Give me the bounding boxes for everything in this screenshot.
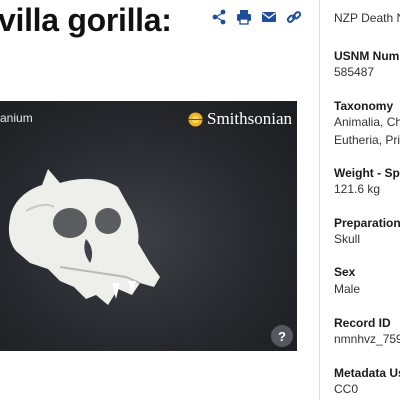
preparation-label: Preparation	[334, 216, 400, 230]
smithsonian-brand: Smithsonian	[188, 109, 292, 129]
metadata-usage-label: Metadata Usa	[334, 366, 400, 380]
metadata-partial-value: NZP Death N	[334, 11, 400, 25]
print-icon[interactable]	[235, 8, 252, 25]
metadata-usage-value: CC0	[334, 382, 359, 396]
email-icon[interactable]	[260, 8, 277, 25]
brand-name: Smithsonian	[206, 109, 292, 128]
share-toolbar	[210, 8, 302, 25]
sidebar-divider	[319, 0, 320, 400]
viewer-help-button[interactable]: ?	[271, 325, 293, 347]
3d-model-viewer[interactable]: anium Smithsonian	[0, 101, 297, 351]
sex-value: Male	[334, 282, 361, 296]
smithsonian-sun-icon	[188, 111, 203, 127]
record-id-label: Record ID	[334, 316, 391, 330]
weight-value: 121.6 kg	[334, 182, 381, 196]
link-icon[interactable]	[285, 8, 302, 25]
preparation-value: Skull	[334, 232, 361, 246]
weight-label: Weight - Spec	[334, 166, 400, 180]
share-icon[interactable]	[210, 8, 227, 25]
sex-label: Sex	[334, 265, 356, 279]
taxonomy-value-line2: Eutheria, Prim	[334, 133, 400, 147]
record-id-value: nmnhvz_7598	[334, 332, 400, 346]
gorilla-skull-model[interactable]	[0, 159, 170, 329]
page-title: villa gorilla:	[0, 2, 172, 38]
taxonomy-label: Taxonomy	[334, 99, 394, 113]
taxonomy-value-line1: Animalia, Cho	[334, 115, 400, 129]
usnm-number-label: USNM Numb	[334, 49, 400, 63]
model-label: anium	[0, 111, 33, 125]
usnm-number-value: 585487	[334, 65, 375, 79]
